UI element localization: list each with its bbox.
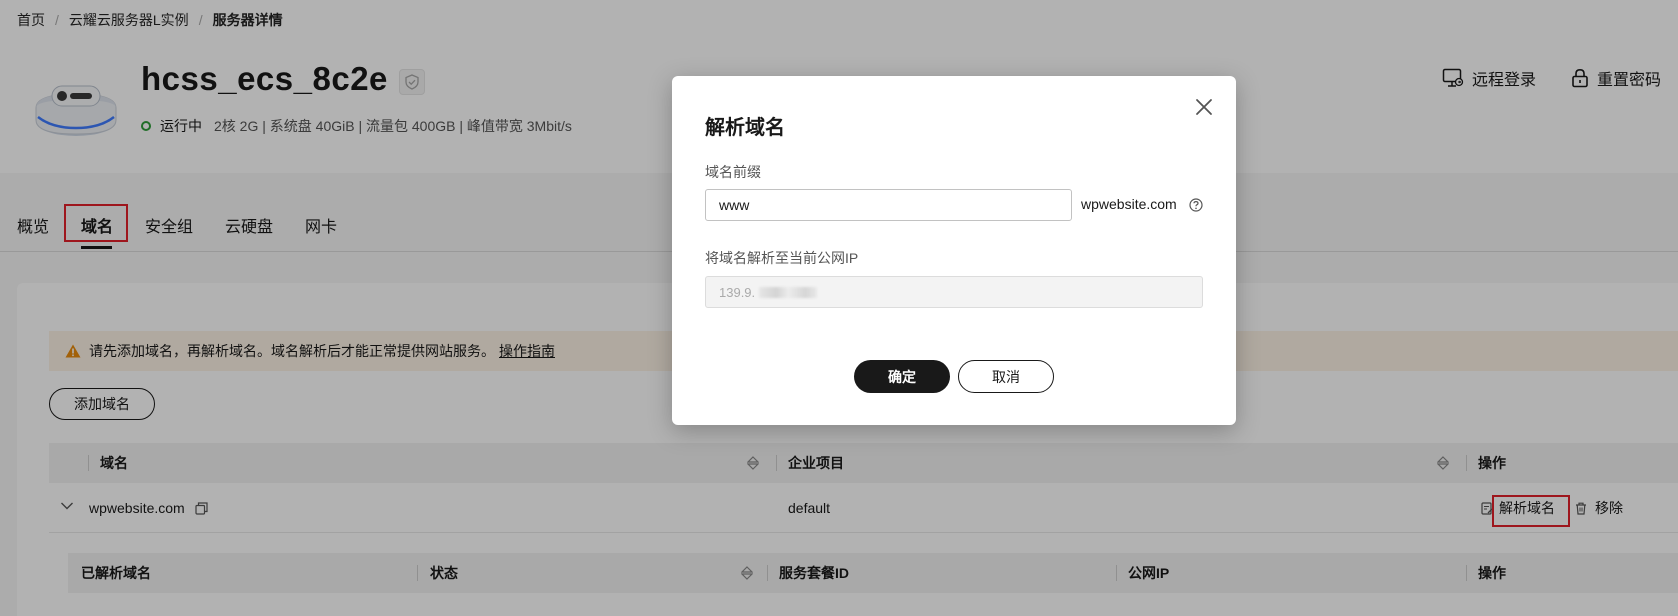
resolve-domain-dialog: 解析域名 域名前缀 wpwebsite.com 将域名解析至当前公网IP 139… [672, 76, 1236, 425]
breadcrumb-current: 服务器详情 [212, 12, 283, 28]
cancel-button[interactable]: 取消 [958, 360, 1054, 393]
domain-prefix-label: 域名前缀 [705, 164, 761, 180]
breadcrumb-instances[interactable]: 云耀云服务器L实例 [69, 10, 189, 30]
redacted-ip-mask [759, 286, 818, 298]
confirm-button[interactable]: 确定 [854, 360, 950, 393]
breadcrumb-home[interactable]: 首页 [17, 10, 45, 30]
public-ip-label: 将域名解析至当前公网IP [705, 250, 859, 266]
help-icon[interactable] [1189, 198, 1203, 212]
domain-prefix-input[interactable] [705, 189, 1072, 221]
dialog-title: 解析域名 [705, 117, 785, 139]
breadcrumb-separator: / [198, 12, 203, 28]
public-ip-value: 139.9. [719, 284, 756, 300]
close-icon[interactable] [1194, 97, 1214, 117]
breadcrumb-separator: / [55, 12, 59, 28]
breadcrumb: 首页 / 云耀云服务器L实例 / 服务器详情 [17, 10, 283, 30]
domain-suffix: wpwebsite.com [1081, 196, 1177, 212]
public-ip-field: 139.9. [705, 276, 1203, 308]
